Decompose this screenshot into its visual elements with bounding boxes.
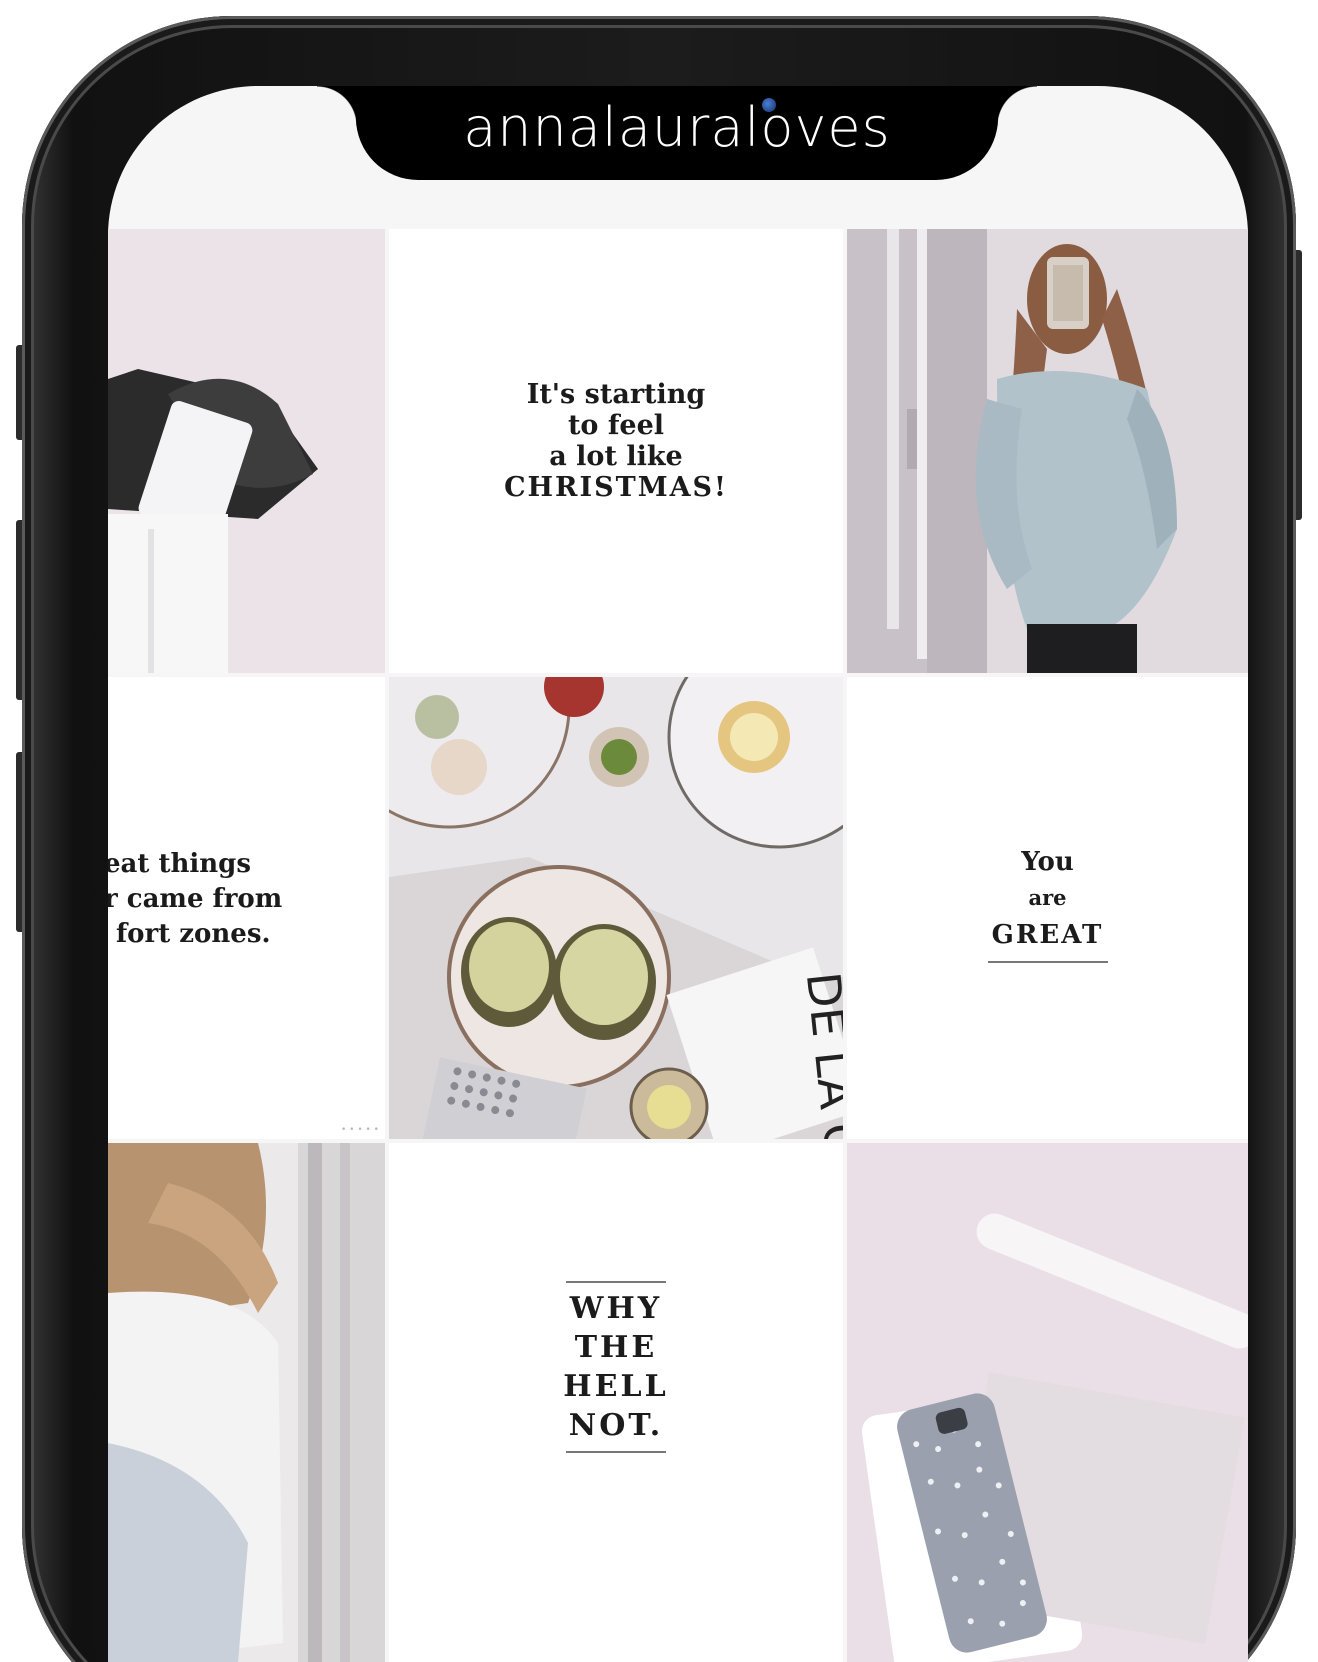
photo-girl-window [108, 1143, 385, 1662]
instagram-photo-grid: It's starting to feel a lot like CHRISTM… [108, 229, 1248, 1662]
photo-breakfast-flatlay: DE LA C [389, 677, 843, 1139]
stage: It's starting to feel a lot like CHRISTM… [0, 0, 1318, 1662]
grid-post-phone-cases[interactable] [847, 1143, 1248, 1662]
grid-post-phone-bag[interactable] [108, 229, 385, 673]
quote-line: fort zones. [116, 919, 271, 950]
photo-phone-cases [847, 1143, 1248, 1662]
quote-line: a lot like [549, 441, 683, 473]
grid-post-breakfast-flatlay[interactable]: DE LA C [389, 677, 843, 1139]
profile-handle: annalauraloves [463, 96, 891, 159]
quote-line: THE [574, 1330, 658, 1365]
watermark: • • • • • [341, 1125, 379, 1135]
notch: annalauraloves [317, 86, 1037, 180]
photo-phone-bag [108, 229, 385, 673]
photo-mirror-selfie [847, 229, 1248, 673]
phone-screen: It's starting to feel a lot like CHRISTM… [108, 86, 1248, 1662]
front-camera-icon [762, 98, 776, 112]
quote-line: You [1021, 847, 1074, 877]
quote-line: NOT. [568, 1408, 664, 1443]
grid-post-why-the-hell-not-quote[interactable]: WHY THE HELL NOT. [389, 1143, 843, 1662]
quote-line: to feel [567, 410, 665, 442]
quote-line: eat things [108, 849, 251, 879]
quote-line: r came from [108, 884, 283, 915]
grid-post-christmas-quote[interactable]: It's starting to feel a lot like CHRISTM… [389, 229, 843, 673]
christmas-quote: It's starting to feel a lot like CHRISTM… [389, 379, 843, 503]
bottom-rule [566, 1451, 666, 1453]
grid-post-mirror-selfie[interactable] [847, 229, 1248, 673]
grid-post-girl-window[interactable] [108, 1143, 385, 1662]
grid-post-comfort-zones-quote[interactable]: eat things r came from fort zones. • • •… [108, 677, 385, 1139]
you-are-great-quote: You are GREAT [847, 842, 1248, 964]
quote-line: HELL [563, 1369, 669, 1404]
comfort-zones-quote: eat things r came from fort zones. [108, 847, 282, 952]
quote-line: CHRISTMAS! [504, 472, 728, 504]
top-rule [566, 1281, 666, 1283]
why-the-hell-not-quote: WHY THE HELL NOT. [389, 1281, 843, 1453]
quote-line: are [1028, 885, 1067, 911]
underline-rule [987, 961, 1108, 964]
grid-post-you-are-great-quote[interactable]: You are GREAT [847, 677, 1248, 1139]
quote-line: It's starting [526, 379, 706, 410]
quote-line: GREAT [991, 919, 1104, 950]
quote-line: WHY [569, 1291, 663, 1326]
